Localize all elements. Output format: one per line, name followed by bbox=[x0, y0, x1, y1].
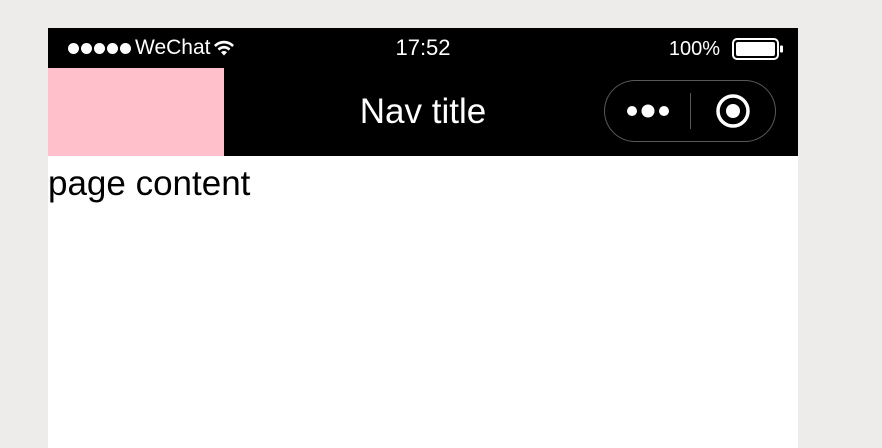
capsule-close-button[interactable] bbox=[691, 81, 775, 141]
navigation-bar: Nav title bbox=[48, 68, 798, 156]
more-dots-icon bbox=[626, 104, 669, 118]
mini-program-capsule bbox=[604, 80, 776, 142]
battery-percent: 100% bbox=[668, 38, 720, 60]
page-content-text: page content bbox=[48, 164, 251, 203]
capsule-menu-button[interactable] bbox=[605, 81, 690, 141]
phone-frame: WeChat 17:52 100% Nav title page content bbox=[48, 28, 798, 448]
status-bar: WeChat 17:52 100% bbox=[48, 28, 798, 68]
battery-icon bbox=[732, 38, 783, 60]
target-close-icon bbox=[716, 94, 750, 128]
battery-indicator: 100% bbox=[669, 38, 784, 60]
page-body: page content bbox=[48, 156, 798, 448]
